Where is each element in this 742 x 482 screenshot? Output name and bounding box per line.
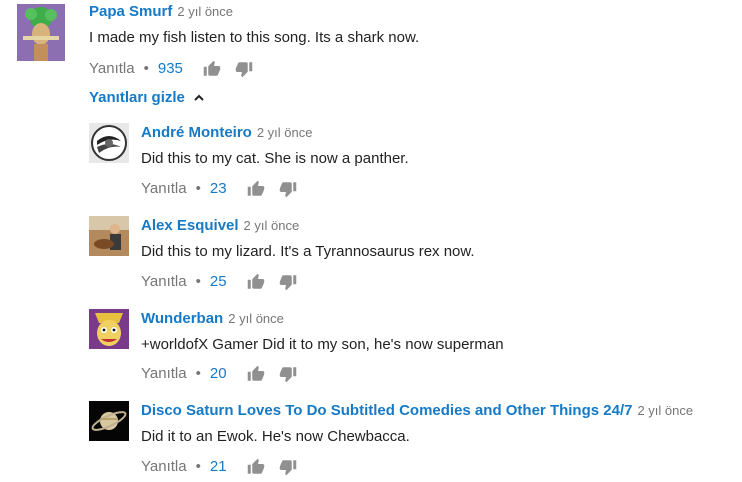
comment-time[interactable]: 2 yıl önce — [257, 125, 313, 140]
separator-dot: • — [195, 458, 201, 475]
comment-text: Did this to my lizard. It's a Tyrannosau… — [141, 243, 475, 260]
avatar[interactable] — [89, 309, 129, 349]
comment-author[interactable]: Alex Esquivel — [141, 217, 239, 234]
reply-button[interactable]: Yanıtla — [141, 364, 187, 384]
reply-comment: Wunderban 2 yıl önce +worldofX Gamer Did … — [0, 309, 742, 389]
reply-button[interactable]: Yanıtla — [141, 272, 187, 292]
top-comment: Papa Smurf 2 yıl önce I made my fish list… — [0, 0, 742, 85]
separator-dot: • — [195, 180, 201, 197]
comment-text: Did this to my cat. She is now a panther… — [141, 150, 409, 167]
comment-author[interactable]: Disco Saturn Loves To Do Subtitled Comed… — [141, 402, 632, 419]
avatar[interactable] — [17, 4, 65, 61]
thumbs-up-icon[interactable] — [247, 273, 265, 291]
reply-button[interactable]: Yanıtla — [141, 179, 187, 199]
like-count: 20 — [209, 365, 227, 382]
reply-button[interactable]: Yanıtla — [89, 59, 135, 79]
like-count: 935 — [157, 60, 183, 77]
reply-button[interactable]: Yanıtla — [141, 457, 187, 477]
comment-time[interactable]: 2 yıl önce — [177, 4, 233, 19]
comment-time[interactable]: 2 yıl önce — [228, 311, 284, 326]
separator-dot: • — [195, 273, 201, 290]
hide-replies-label: Yanıtları gizle — [89, 89, 185, 106]
comment-time[interactable]: 2 yıl önce — [244, 218, 300, 233]
comment-text: Did it to an Ewok. He's now Chewbacca. — [141, 428, 410, 445]
separator-dot: • — [143, 60, 149, 77]
thumbs-down-icon[interactable] — [235, 60, 253, 78]
thumbs-up-icon[interactable] — [247, 180, 265, 198]
reply-comment: Disco Saturn Loves To Do Subtitled Comed… — [0, 401, 742, 481]
reply-comment: Alex Esquivel 2 yıl önce Did this to my l… — [0, 216, 742, 296]
like-count: 23 — [209, 180, 227, 197]
separator-dot: • — [195, 365, 201, 382]
thumbs-down-icon[interactable] — [279, 458, 297, 476]
avatar[interactable] — [89, 123, 129, 163]
reply-comment: André Monteiro 2 yıl önce Did this to my … — [0, 123, 742, 203]
thumbs-down-icon[interactable] — [279, 273, 297, 291]
avatar[interactable] — [89, 401, 129, 441]
thumbs-down-icon[interactable] — [279, 180, 297, 198]
comment-text: I made my fish listen to this song. Its … — [89, 29, 420, 46]
hide-replies-button[interactable]: Yanıtları gizle — [89, 88, 205, 108]
comment-text: +worldofX Gamer Did it to my son, he's n… — [141, 336, 504, 353]
thumbs-down-icon[interactable] — [279, 365, 297, 383]
comment-author[interactable]: Wunderban — [141, 310, 223, 327]
comment-time[interactable]: 2 yıl önce — [637, 403, 693, 418]
thumbs-up-icon[interactable] — [247, 365, 265, 383]
avatar[interactable] — [89, 216, 129, 256]
chevron-up-icon — [194, 94, 204, 101]
thumbs-up-icon[interactable] — [247, 458, 265, 476]
like-count: 21 — [209, 458, 227, 475]
comment-author[interactable]: Papa Smurf — [89, 3, 172, 20]
thumbs-up-icon[interactable] — [203, 60, 221, 78]
comment-author[interactable]: André Monteiro — [141, 124, 252, 141]
like-count: 25 — [209, 273, 227, 290]
